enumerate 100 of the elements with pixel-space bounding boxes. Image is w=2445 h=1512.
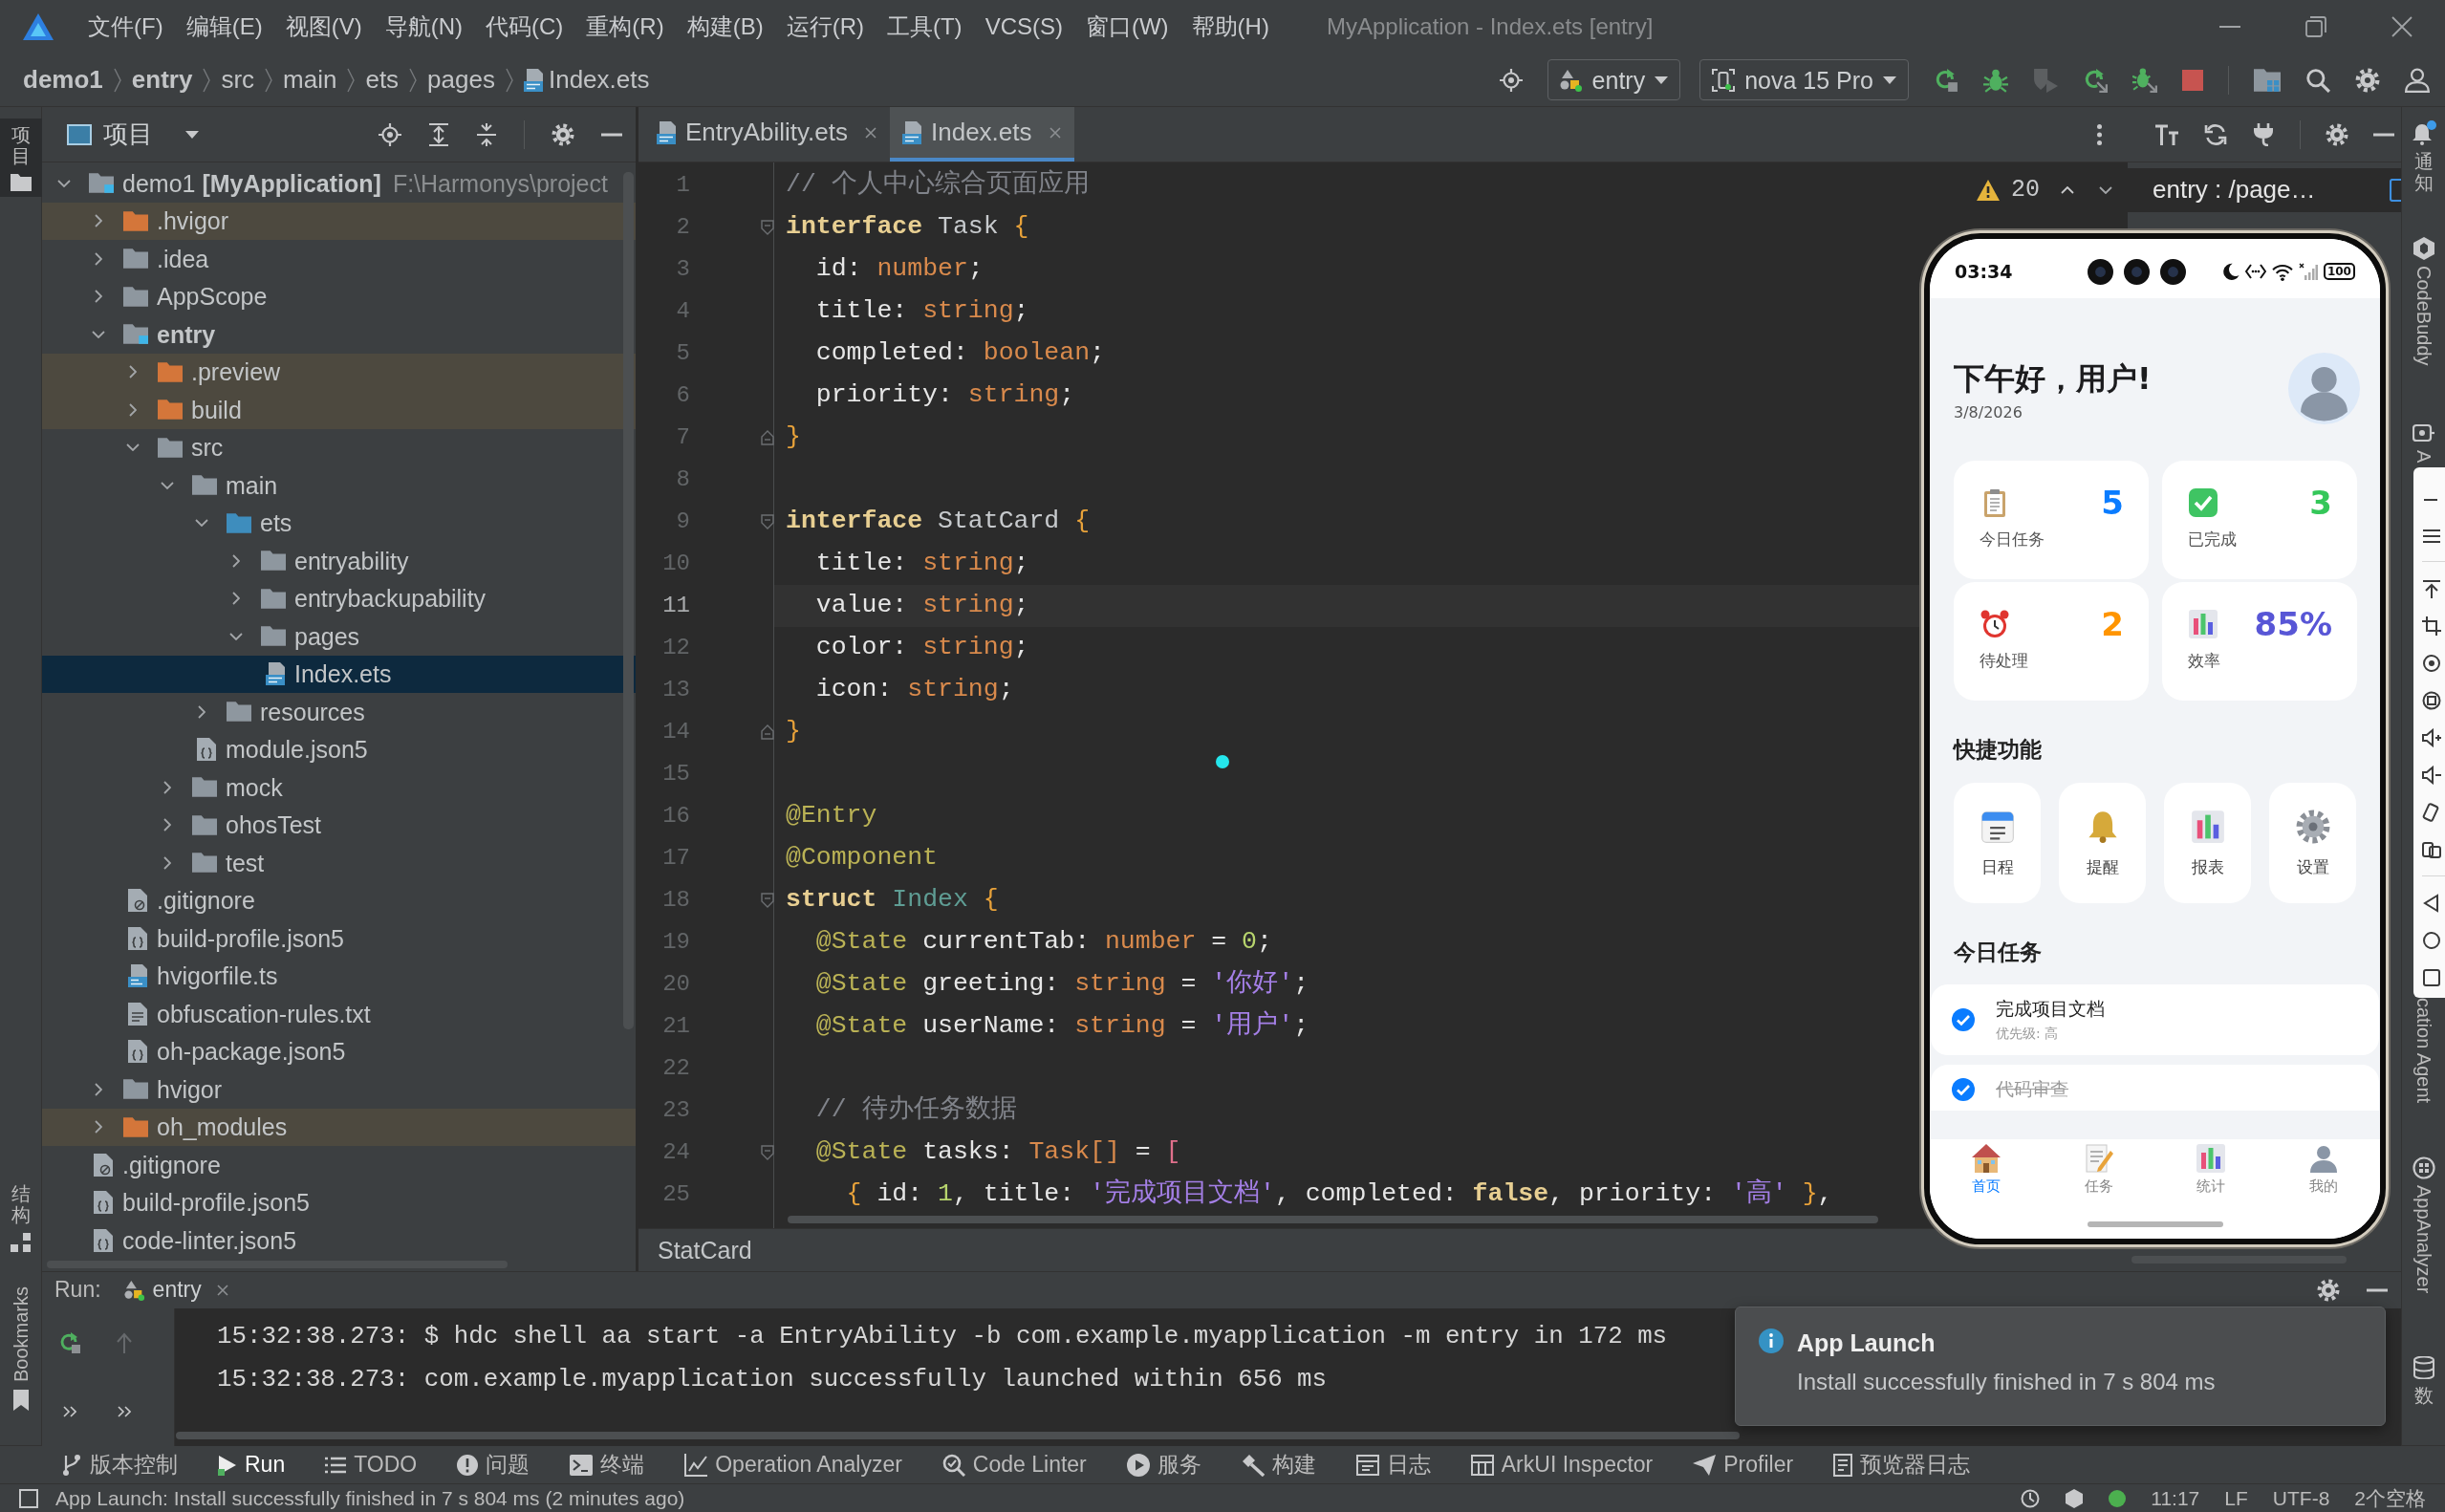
tree-item[interactable]: Index.ets [42, 655, 636, 693]
tool-window-button[interactable]: Code Linter [941, 1451, 1087, 1479]
tree-item[interactable]: .idea [42, 240, 636, 278]
tool-window-tab[interactable]: Bookmarks [0, 1280, 42, 1416]
breadcrumb-item[interactable]: pages [427, 64, 495, 96]
chevron-down-icon[interactable] [2099, 186, 2112, 194]
chevron-icon[interactable] [129, 365, 137, 379]
breadcrumb-item[interactable]: entry [131, 64, 193, 96]
search-icon[interactable] [2305, 67, 2330, 93]
tool-window-tab[interactable]: AppAnalyzer [2402, 1156, 2445, 1294]
overlapping-squares-icon[interactable] [2422, 839, 2441, 859]
close-icon[interactable] [865, 126, 876, 139]
chevron-icon[interactable] [95, 214, 102, 228]
locate-icon[interactable] [379, 122, 401, 146]
tree-item[interactable]: main [42, 466, 636, 505]
restore-icon[interactable] [2305, 16, 2326, 37]
breadcrumb-item[interactable]: demo1 [23, 64, 103, 96]
run-config-dropdown[interactable]: entry [1547, 59, 1681, 100]
tree-item[interactable]: build-profile.json5 [42, 1183, 636, 1221]
nav-tab[interactable]: 首页 [1970, 1143, 2001, 1195]
hide-icon[interactable] [2373, 132, 2394, 137]
tool-window-button[interactable]: ArkUI Inspector [1470, 1451, 1654, 1479]
tilted-phone-icon[interactable] [2422, 802, 2441, 822]
menu-item[interactable]: 工具(T) [886, 12, 963, 41]
menu-item[interactable]: 代码(C) [486, 12, 564, 41]
close-icon[interactable] [216, 1285, 228, 1296]
tool-window-button[interactable]: 问题 [457, 1451, 530, 1479]
circle-dot-icon[interactable] [2422, 653, 2441, 673]
tree-item[interactable]: .preview [42, 353, 636, 391]
fold-icon[interactable] [761, 893, 774, 908]
project-view-dropdown[interactable]: 项目 [67, 119, 199, 150]
chevron-icon[interactable] [95, 290, 102, 304]
chevron-icon[interactable] [95, 251, 102, 266]
quick-action-tile[interactable]: 日程 [1954, 783, 2041, 903]
tool-window-tab[interactable]: 通知 [2402, 120, 2445, 193]
tree-item[interactable]: module.json5 [42, 730, 636, 768]
tree-item[interactable]: build-profile.json5 [42, 919, 636, 958]
fold-icon[interactable] [761, 430, 774, 445]
more-icon[interactable] [2097, 123, 2102, 145]
settings-icon[interactable] [2317, 1279, 2340, 1302]
editor-tab[interactable]: Index.ets [890, 107, 1074, 162]
tree-item[interactable]: build [42, 391, 636, 429]
stat-card[interactable]: 3 已完成 [2162, 461, 2357, 579]
hexagon-icon[interactable] [2065, 1488, 2085, 1508]
double-chevron-icon[interactable] [117, 1406, 131, 1417]
tree-item[interactable]: .gitignore [42, 1146, 636, 1184]
run-tab[interactable]: entry [123, 1277, 228, 1304]
rerun-icon[interactable] [1934, 67, 1958, 93]
double-chevron-icon[interactable] [62, 1406, 76, 1417]
breadcrumb-item[interactable]: ets [365, 64, 400, 96]
menu-item[interactable]: 文件(F) [88, 12, 163, 41]
tree-item[interactable]: obfuscation-rules.txt [42, 995, 636, 1033]
status-item[interactable]: 11:17 [2151, 1485, 2200, 1511]
check-circle-icon[interactable] [1952, 1077, 1975, 1101]
breadcrumb-item[interactable]: Index.ets [523, 64, 650, 96]
warning-count[interactable]: 20 [2011, 176, 2040, 205]
account-icon[interactable] [2405, 67, 2430, 93]
status-item[interactable]: UTF-8 [2272, 1485, 2330, 1511]
scrollbar[interactable] [623, 172, 634, 1029]
chevron-icon[interactable] [95, 1082, 102, 1096]
stat-card[interactable]: 5 今日任务 [1954, 461, 2149, 579]
check-circle-icon[interactable] [1952, 1007, 1975, 1031]
tree-item[interactable]: .gitignore [42, 881, 636, 919]
warning-icon[interactable] [1977, 180, 2000, 201]
upload-icon[interactable] [2422, 578, 2441, 598]
tree-item[interactable]: entrybackupability [42, 579, 636, 617]
breadcrumb-item[interactable]: src [221, 64, 255, 96]
chevron-icon[interactable] [198, 704, 206, 719]
quick-action-tile[interactable]: 设置 [2269, 783, 2356, 903]
back-icon[interactable] [2422, 893, 2441, 913]
font-size-icon[interactable] [2154, 123, 2179, 145]
tree-item[interactable]: AppScope [42, 277, 636, 315]
tree-item[interactable]: .hvigor [42, 202, 636, 240]
chevron-icon[interactable] [92, 330, 105, 338]
tool-window-button[interactable]: Run [218, 1451, 286, 1479]
tree-item[interactable]: ohosTest [42, 806, 636, 844]
tool-window-button[interactable]: Operation Analyzer [684, 1451, 902, 1479]
menu-item[interactable]: 帮助(H) [1191, 12, 1269, 41]
bug-icon[interactable] [1983, 67, 2008, 93]
menu-item[interactable]: 重构(R) [586, 12, 664, 41]
tool-window-tab[interactable]: cation Agent [2402, 997, 2445, 1103]
settings-icon[interactable] [552, 122, 574, 146]
chevron-icon[interactable] [129, 402, 137, 417]
chevron-icon[interactable] [163, 780, 171, 794]
tool-window-button[interactable]: 版本控制 [61, 1451, 178, 1479]
avatar-icon[interactable] [2288, 353, 2360, 424]
tree-item[interactable]: hvigor [42, 1070, 636, 1109]
status-item[interactable]: LF [2224, 1485, 2248, 1511]
nav-tab[interactable]: 我的 [2308, 1143, 2340, 1195]
tree-item[interactable]: demo1 [MyApplication] F:\Harmonys\project [42, 164, 636, 203]
tree-item[interactable]: entryability [42, 542, 636, 580]
status-item[interactable]: 2个空格 [2354, 1485, 2426, 1511]
menu-item[interactable]: 视图(V) [285, 12, 362, 41]
hide-icon[interactable] [601, 132, 622, 137]
tool-window-button[interactable]: 构建 [1241, 1451, 1316, 1479]
tree-item[interactable]: src [42, 428, 636, 466]
target-icon[interactable] [1499, 68, 1523, 92]
settings-icon[interactable] [2355, 67, 2380, 93]
stat-card[interactable]: 2 待处理 [1954, 582, 2149, 701]
chevron-icon[interactable] [229, 632, 243, 640]
